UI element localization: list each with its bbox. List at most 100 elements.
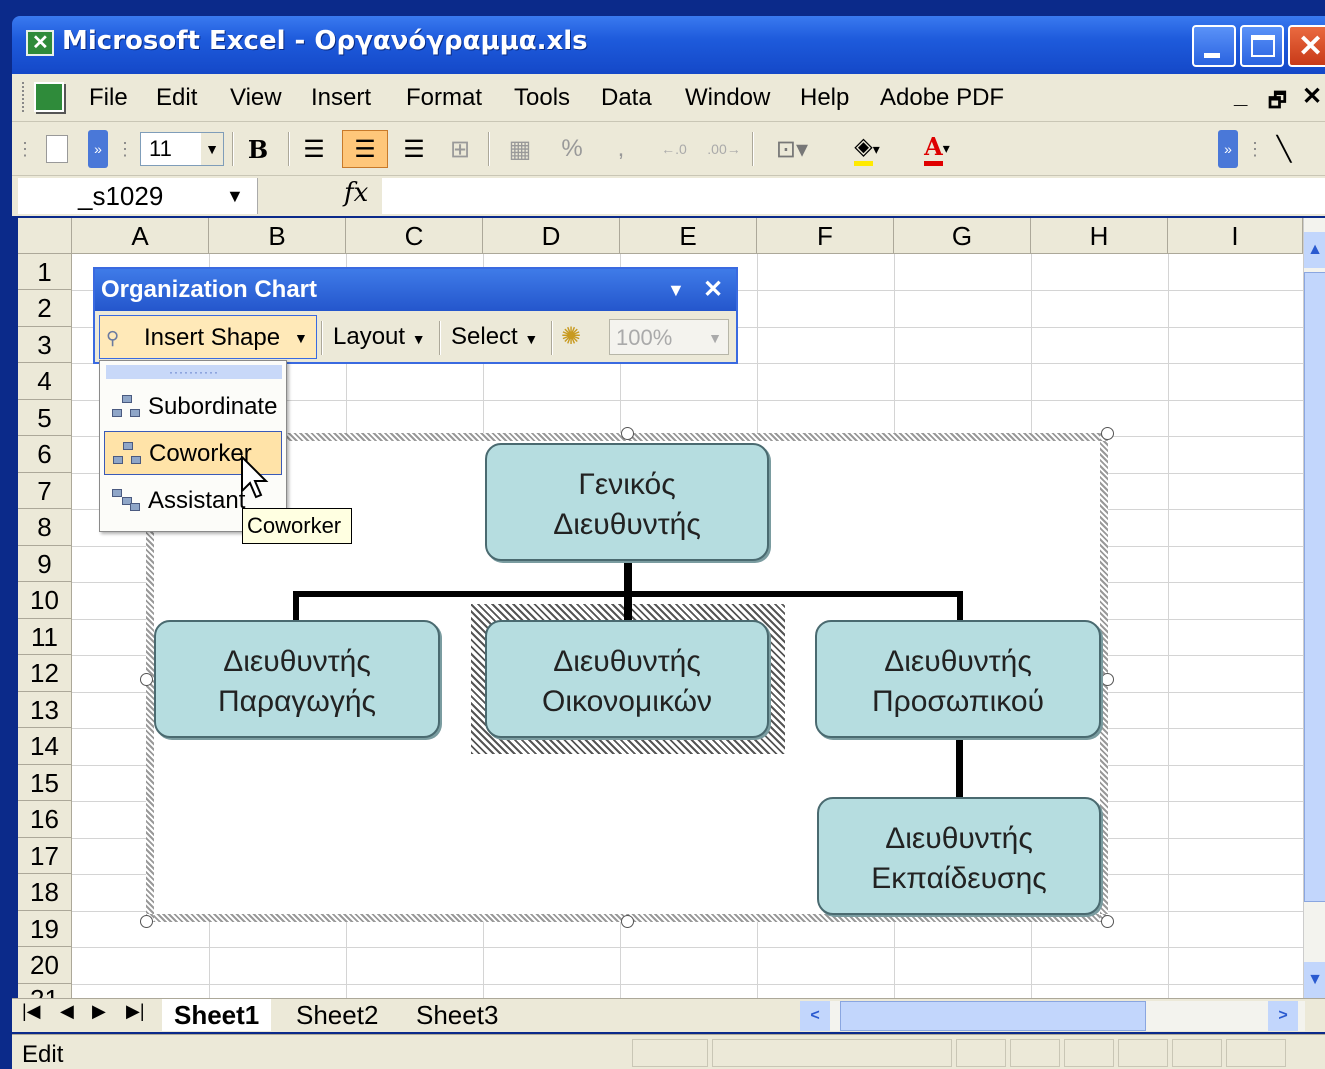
row-header[interactable]: 2: [18, 290, 72, 327]
column-header[interactable]: I: [1168, 218, 1303, 254]
row-header[interactable]: 19: [18, 911, 72, 947]
row-header[interactable]: 13: [18, 692, 72, 728]
row-header[interactable]: 12: [18, 655, 72, 692]
menu-data[interactable]: Data: [601, 84, 652, 112]
menu-tools[interactable]: Tools: [514, 84, 570, 112]
insert-shape-button[interactable]: ⚲ Insert Shape ▼: [99, 315, 317, 359]
org-chart-toolbar-title-bar[interactable]: Organization Chart ▼ ✕: [95, 269, 736, 311]
minimize-button[interactable]: [1192, 25, 1236, 67]
next-sheet-icon[interactable]: ▶: [92, 1001, 106, 1022]
name-box-dropdown-icon[interactable]: ▼: [226, 186, 244, 207]
menu-format[interactable]: Format: [406, 84, 482, 112]
first-sheet-icon[interactable]: |◀: [22, 1001, 41, 1022]
resize-handle[interactable]: [1101, 673, 1114, 686]
row-header[interactable]: 4: [18, 363, 72, 400]
sheet-tab-sheet2[interactable]: Sheet2: [284, 999, 390, 1031]
row-header[interactable]: 8: [18, 509, 72, 546]
row-header[interactable]: 14: [18, 728, 72, 765]
doc-close-button[interactable]: ✕: [1302, 82, 1322, 111]
column-header[interactable]: D: [483, 218, 620, 254]
row-header[interactable]: 17: [18, 838, 72, 874]
toolbar-close-icon[interactable]: ✕: [703, 269, 723, 311]
resize-handle[interactable]: [140, 673, 153, 686]
column-header[interactable]: H: [1031, 218, 1168, 254]
doc-restore-button[interactable]: 🗗: [1268, 86, 1287, 120]
column-header[interactable]: E: [620, 218, 757, 254]
org-box-general-manager[interactable]: Γενικός Διευθυντής: [485, 443, 769, 561]
fx-icon[interactable]: fx: [344, 178, 368, 208]
menu-tear-off-grip[interactable]: ··········: [106, 365, 282, 379]
name-box[interactable]: _s1029: [18, 178, 258, 214]
sheet-tab-sheet1[interactable]: Sheet1: [162, 999, 272, 1031]
row-header[interactable]: 9: [18, 546, 72, 582]
scroll-right-icon[interactable]: >: [1268, 1001, 1298, 1031]
workbook-icon[interactable]: [34, 82, 64, 112]
row-header[interactable]: 1: [18, 254, 72, 290]
resize-handle[interactable]: [1101, 915, 1114, 928]
toolbar-grip-2[interactable]: ⋮: [116, 130, 134, 168]
align-left-icon[interactable]: ☰: [296, 130, 332, 168]
menu-help[interactable]: Help: [800, 84, 849, 112]
org-box-training-manager[interactable]: Διευθυντής Εκπαίδευσης: [817, 797, 1101, 915]
decrease-decimal-icon[interactable]: .00→: [702, 130, 746, 168]
chevron-down-icon[interactable]: ▼: [201, 133, 223, 165]
menu-edit[interactable]: Edit: [156, 84, 197, 112]
menu-window[interactable]: Window: [685, 84, 770, 112]
toolbar-options-dropdown-icon[interactable]: ▼: [667, 269, 685, 311]
vertical-scrollbar[interactable]: ▲ ▼: [1303, 218, 1325, 998]
row-header[interactable]: 15: [18, 765, 72, 801]
last-sheet-icon[interactable]: ▶|: [126, 1001, 145, 1022]
row-header[interactable]: 20: [18, 947, 72, 984]
scroll-thumb[interactable]: [840, 1001, 1146, 1031]
currency-icon[interactable]: ▦: [502, 130, 538, 168]
row-header[interactable]: 16: [18, 801, 72, 838]
org-box-hr-manager[interactable]: Διευθυντής Προσωπικού: [815, 620, 1101, 738]
row-header[interactable]: 18: [18, 874, 72, 911]
doc-minimize-button[interactable]: _: [1234, 82, 1247, 110]
new-icon[interactable]: [40, 130, 74, 168]
merge-center-icon[interactable]: ⊞: [442, 130, 478, 168]
row-header[interactable]: 6: [18, 436, 72, 473]
formula-input[interactable]: [382, 178, 1325, 214]
org-box-finance-manager[interactable]: Διευθυντής Οικονομικών: [485, 620, 769, 738]
prev-sheet-icon[interactable]: ◀: [60, 1001, 74, 1022]
menu-grip[interactable]: [22, 82, 26, 112]
line-tool-icon[interactable]: ╲: [1266, 130, 1302, 168]
font-size-box[interactable]: 11 ▼: [140, 132, 224, 166]
toolbar-grip[interactable]: ⋮: [16, 130, 34, 168]
org-box-production-manager[interactable]: Διευθυντής Παραγωγής: [154, 620, 440, 738]
column-header[interactable]: A: [72, 218, 209, 254]
row-header[interactable]: 10: [18, 582, 72, 619]
toolbar-options-icon[interactable]: »: [88, 130, 108, 168]
borders-icon[interactable]: ⊡▾: [764, 130, 820, 168]
horizontal-scrollbar[interactable]: < >: [800, 1001, 1305, 1031]
row-header[interactable]: 11: [18, 619, 72, 655]
scroll-thumb[interactable]: [1304, 272, 1325, 902]
row-header[interactable]: 21: [18, 984, 72, 998]
align-center-icon[interactable]: ☰: [342, 130, 388, 168]
resize-handle[interactable]: [140, 915, 153, 928]
fill-color-icon[interactable]: ◈ ▾: [834, 130, 900, 168]
row-header[interactable]: 5: [18, 400, 72, 436]
select-all-corner[interactable]: [18, 218, 72, 254]
row-header[interactable]: 3: [18, 327, 72, 363]
menu-item-subordinate[interactable]: Subordinate: [104, 385, 282, 429]
menu-adobe-pdf[interactable]: Adobe PDF: [880, 84, 1004, 112]
scroll-up-icon[interactable]: ▲: [1304, 232, 1325, 268]
close-button[interactable]: ✕: [1288, 25, 1325, 67]
menu-view[interactable]: View: [230, 84, 282, 112]
resize-handle[interactable]: [1101, 427, 1114, 440]
scroll-left-icon[interactable]: <: [800, 1001, 830, 1031]
font-color-icon[interactable]: A ▾: [906, 130, 968, 168]
align-right-icon[interactable]: ☰: [396, 130, 432, 168]
scroll-down-icon[interactable]: ▼: [1304, 962, 1325, 998]
autoformat-icon[interactable]: ✺: [561, 315, 601, 359]
layout-button[interactable]: Layout ▼: [333, 315, 433, 359]
toolbar-options-icon-2[interactable]: »: [1218, 130, 1238, 168]
bold-button[interactable]: B: [240, 130, 276, 168]
column-header[interactable]: F: [757, 218, 894, 254]
percent-button[interactable]: %: [554, 130, 590, 168]
resize-handle[interactable]: [621, 915, 634, 928]
zoom-box[interactable]: 100% ▼: [609, 319, 729, 355]
comma-button[interactable]: ,: [608, 130, 634, 168]
